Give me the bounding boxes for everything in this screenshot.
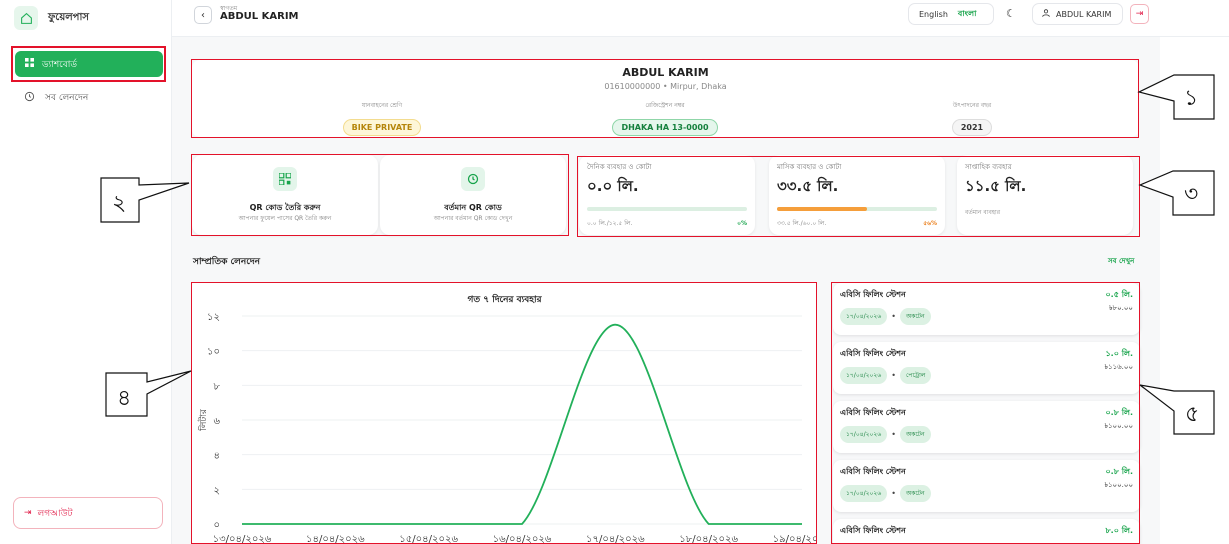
callout-label-3: ৩: [1184, 182, 1199, 207]
user-menu-button[interactable]: ABDUL KARIM: [1032, 3, 1123, 25]
logout-icon: ⇥: [24, 508, 32, 518]
logout-icon: ⇥: [1135, 9, 1144, 19]
callout-label-2: ২: [112, 191, 127, 216]
brand[interactable]: ফুয়েলপাস: [14, 6, 89, 30]
app-name: ফুয়েলপাস: [48, 11, 89, 23]
callout-box-4: [191, 282, 817, 544]
callout-box-1: [191, 59, 1139, 138]
callout-label-4: ৪: [117, 386, 132, 411]
sidebar-item-transactions[interactable]: সব লেনদেন: [24, 90, 88, 105]
see-all-link[interactable]: সব দেখুন: [1108, 255, 1134, 267]
lang-bangla-button[interactable]: বাংলা: [958, 8, 977, 21]
callout-box-2: [191, 154, 569, 236]
header: ‹ স্বাগতম ABDUL KARIM English বাংলা ☾ AB…: [172, 0, 1229, 37]
history-icon: [24, 91, 35, 105]
callout-box-dashboard: [11, 46, 166, 82]
back-button[interactable]: ‹: [194, 6, 212, 24]
page-title: ABDUL KARIM: [220, 11, 299, 22]
home-icon: [14, 6, 38, 30]
callout-box-5: [831, 282, 1140, 544]
logout-button[interactable]: ⇥ লগআউট: [13, 497, 163, 529]
sidebar: ফুয়েলপাস ড্যাশবোর্ড সব লেনদেন ⇥ লগআউট: [0, 0, 172, 544]
recent-transactions-title: সাম্প্রতিক লেনদেন: [193, 257, 260, 267]
language-switch: English বাংলা: [908, 3, 994, 25]
exit-button[interactable]: ⇥: [1130, 4, 1149, 24]
user-name: ABDUL KARIM: [1056, 9, 1112, 19]
sidebar-item-label: সব লেনদেন: [45, 93, 89, 103]
moon-icon[interactable]: ☾: [1006, 7, 1016, 20]
logout-label: লগআউট: [37, 508, 73, 519]
chevron-left-icon: ‹: [201, 9, 205, 21]
callout-label-1: ১: [1184, 86, 1199, 111]
user-icon: [1041, 8, 1051, 20]
callout-label-5: ৫: [1185, 402, 1200, 427]
callout-box-3: [577, 156, 1140, 237]
lang-english-button[interactable]: English: [919, 10, 948, 19]
